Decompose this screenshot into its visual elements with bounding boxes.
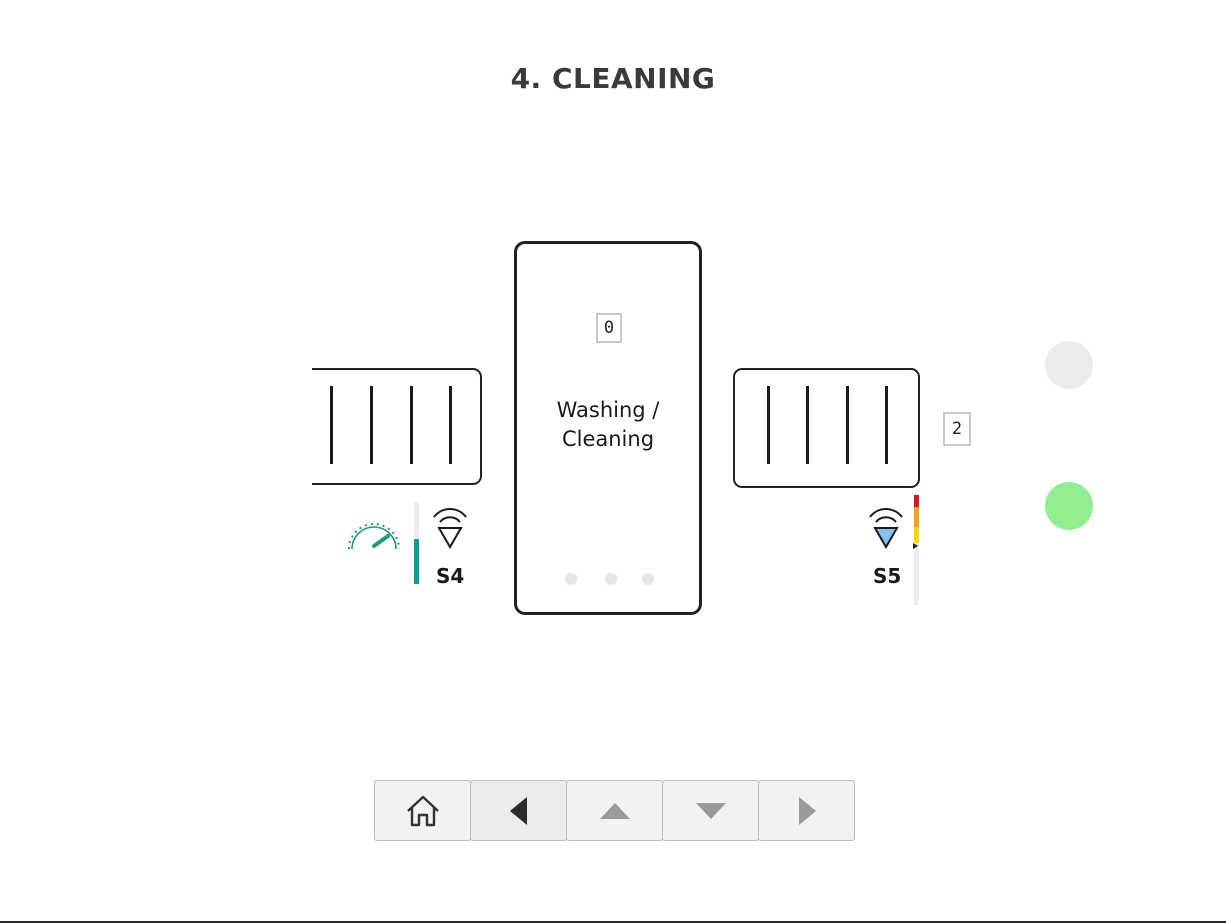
down-button[interactable] bbox=[662, 780, 759, 841]
page-dot bbox=[605, 573, 617, 585]
arrow-right-icon bbox=[798, 796, 816, 825]
arrow-left-icon bbox=[509, 796, 527, 825]
washing-station[interactable]: 0 Washing / Cleaning bbox=[514, 241, 702, 615]
navigation-bar bbox=[374, 780, 855, 841]
s5-label: S5 bbox=[873, 564, 902, 588]
s4-level-fill bbox=[414, 538, 419, 584]
status-light-idle bbox=[1045, 341, 1093, 389]
up-button[interactable] bbox=[566, 780, 663, 841]
page-dot bbox=[565, 573, 577, 585]
s5-level-gauge bbox=[913, 495, 919, 605]
home-button[interactable] bbox=[374, 780, 471, 841]
s4-level-gauge bbox=[414, 502, 419, 584]
back-button[interactable] bbox=[470, 780, 567, 841]
rack-bar bbox=[449, 386, 452, 464]
arrow-down-icon bbox=[695, 802, 726, 819]
page-dot bbox=[642, 573, 654, 585]
speedometer-icon bbox=[348, 523, 400, 550]
rack-bar bbox=[806, 386, 809, 464]
station-left-clip bbox=[260, 350, 312, 500]
s4-label: S4 bbox=[436, 564, 465, 588]
status-light-ok bbox=[1045, 482, 1093, 530]
washer-label-line2: Cleaning bbox=[561, 427, 655, 451]
arrow-up-icon bbox=[599, 802, 630, 819]
page-title: 4. CLEANING bbox=[510, 62, 716, 95]
s5-proximity-sensor-icon bbox=[869, 508, 903, 549]
washer-counter: 0 bbox=[596, 313, 622, 343]
washer-label: Washing / Cleaning bbox=[517, 396, 699, 454]
rack-bar bbox=[330, 386, 333, 464]
station-right bbox=[733, 368, 920, 488]
forward-button[interactable] bbox=[758, 780, 855, 841]
rack-bar bbox=[410, 386, 413, 464]
home-icon bbox=[406, 795, 439, 826]
rack-bar bbox=[370, 386, 373, 464]
station-right-counter: 2 bbox=[943, 412, 971, 446]
rack-bar bbox=[846, 386, 849, 464]
washer-label-line1: Washing / bbox=[556, 398, 660, 422]
rack-bar bbox=[885, 386, 888, 464]
s4-proximity-sensor-icon bbox=[433, 508, 467, 549]
rack-bar bbox=[767, 386, 770, 464]
station-left bbox=[290, 368, 482, 485]
